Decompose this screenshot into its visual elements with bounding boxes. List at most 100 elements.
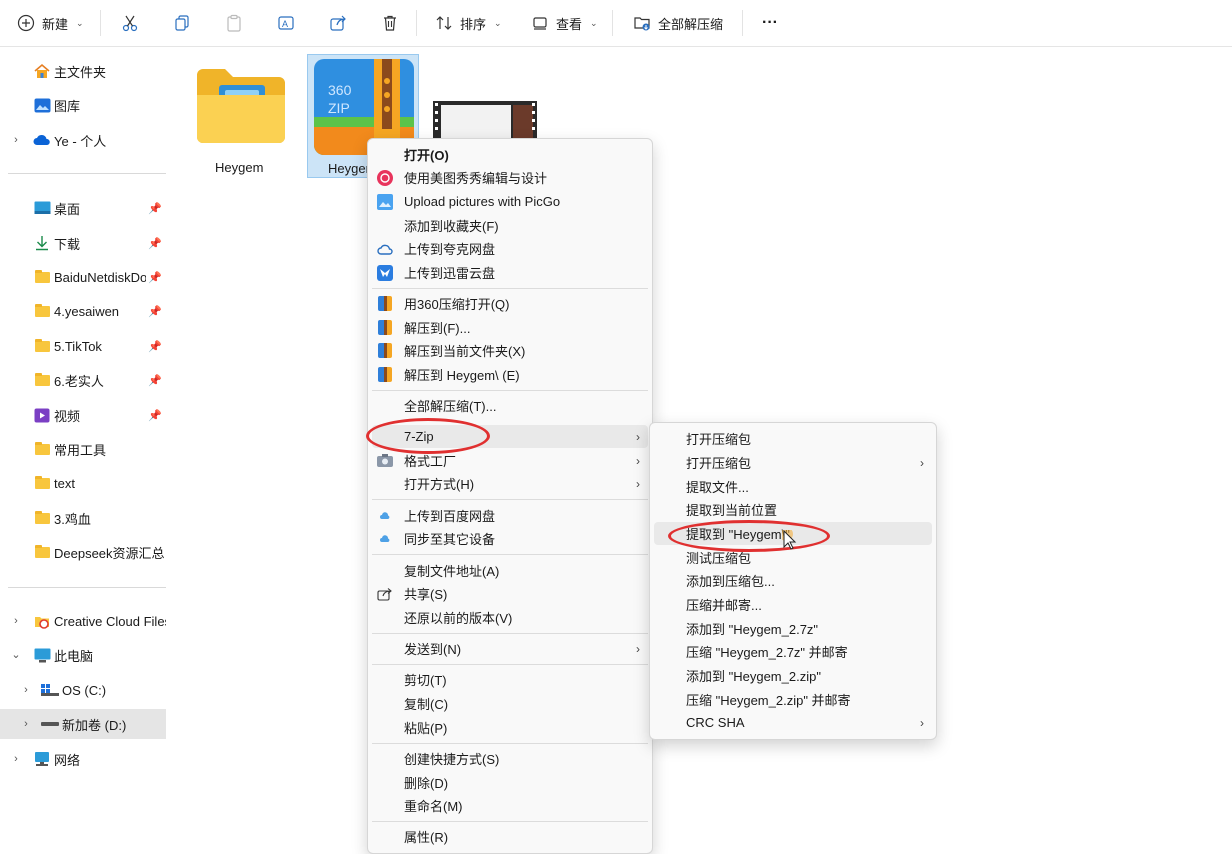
nav-home[interactable]: 主文件夹 [0, 56, 166, 86]
nav-folder[interactable]: 4.yesaiwen 📌 [0, 296, 166, 326]
share-icon [376, 585, 394, 603]
menu-item-meitu[interactable]: 使用美图秀秀编辑与设计 [372, 166, 648, 189]
menu-item-xunlei[interactable]: 上传到迅雷云盘 [372, 261, 648, 284]
share-button[interactable] [322, 8, 354, 38]
menu-label: 打开压缩包 [686, 456, 752, 471]
nav-folder[interactable]: 5.TikTok 📌 [0, 331, 166, 361]
rename-button[interactable]: A [270, 8, 302, 38]
nav-drive-c[interactable]: › OS (C:) [0, 675, 166, 705]
menu-item-format-factory[interactable]: 格式工厂 › [372, 449, 648, 472]
menu-item-sync[interactable]: 同步至其它设备 [372, 527, 648, 550]
folder-icon [33, 337, 51, 355]
menu-item-open-360zip[interactable]: 用360压缩打开(Q) [372, 292, 648, 315]
rename-icon: A [276, 13, 296, 33]
menu-item-copy[interactable]: 复制(C) [372, 692, 648, 715]
menu-label: 压缩并邮寄... [686, 598, 762, 613]
nav-network[interactable]: › 网络 [0, 744, 166, 774]
menu-label: 全部解压缩(T)... [404, 399, 497, 414]
menu-item-extract-heygem[interactable]: 解压到 Heygem\ (E) [372, 363, 648, 386]
delete-button[interactable] [374, 8, 406, 38]
menu-item-7zip[interactable]: 7-Zip › [372, 425, 648, 448]
menu-separator [372, 633, 648, 634]
cut-button[interactable] [114, 8, 146, 38]
menu-item-picgo[interactable]: Upload pictures with PicGo [372, 190, 648, 213]
copy-button[interactable] [166, 8, 198, 38]
nav-onedrive[interactable]: › Ye - 个人 [0, 125, 166, 155]
nav-drive-d[interactable]: › 新加卷 (D:) [0, 709, 166, 739]
submenu-item-crc-sha[interactable]: CRC SHA › [654, 711, 932, 734]
onedrive-icon [33, 131, 51, 149]
plus-circle-icon [16, 13, 36, 33]
menu-item-send-to[interactable]: 发送到(N) › [372, 637, 648, 660]
submenu-item-compress-zip-email[interactable]: 压缩 "Heygem_2.zip" 并邮寄 [654, 688, 932, 711]
menu-label: 添加到收藏夹(F) [404, 219, 499, 234]
nav-divider [8, 587, 166, 588]
nav-folder[interactable]: Deepseek资源汇总 [0, 537, 166, 567]
nav-folder[interactable]: 6.老实人 📌 [0, 365, 166, 395]
nav-folder[interactable]: BaiduNetdiskDownload 📌 [0, 262, 166, 292]
folder-icon [33, 371, 51, 389]
new-button[interactable]: 新建 ⌄ [10, 8, 90, 38]
submenu-item-add-7z[interactable]: 添加到 "Heygem_2.7z" [654, 617, 932, 640]
format-factory-icon [376, 452, 394, 470]
nav-label: 图库 [54, 98, 81, 114]
submenu-item-extract-here[interactable]: 提取到当前位置 [654, 498, 932, 521]
menu-item-open-with[interactable]: 打开方式(H) › [372, 472, 648, 495]
sort-button[interactable]: 排序 ⌄ [428, 8, 508, 38]
meitu-icon [376, 169, 394, 187]
more-options-button[interactable]: ··· [756, 8, 784, 38]
submenu-item-compress-email[interactable]: 压缩并邮寄... [654, 593, 932, 616]
submenu-item-add-zip[interactable]: 添加到 "Heygem_2.zip" [654, 664, 932, 687]
svg-text:A: A [282, 19, 288, 29]
menu-item-rename[interactable]: 重命名(M) [372, 794, 648, 817]
view-button[interactable]: 查看 ⌄ [524, 8, 604, 38]
menu-item-copy-path[interactable]: 复制文件地址(A) [372, 559, 648, 582]
menu-item-open[interactable]: 打开(O) [372, 143, 648, 166]
menu-item-extract-to[interactable]: 解压到(F)... [372, 316, 648, 339]
menu-item-extract-here[interactable]: 解压到当前文件夹(X) [372, 339, 648, 362]
nav-desktop[interactable]: 桌面 📌 [0, 193, 166, 223]
nav-videos[interactable]: 视频 📌 [0, 400, 166, 430]
pin-icon: 📌 [148, 237, 162, 250]
drive-icon [41, 681, 59, 699]
menu-item-delete[interactable]: 删除(D) [372, 771, 648, 794]
menu-item-create-shortcut[interactable]: 创建快捷方式(S) [372, 747, 648, 770]
menu-item-baidu[interactable]: 上传到百度网盘 [372, 504, 648, 527]
nav-label: 主文件夹 [54, 64, 107, 80]
mouse-cursor-icon [779, 527, 798, 555]
paste-button[interactable] [218, 8, 250, 38]
menu-label: 共享(S) [404, 587, 448, 602]
menu-item-extract-all[interactable]: 全部解压缩(T)... [372, 394, 648, 417]
chevron-right-icon: › [920, 455, 924, 470]
menu-separator [372, 390, 648, 391]
nav-downloads[interactable]: 下载 📌 [0, 228, 166, 258]
menu-item-favorites[interactable]: 添加到收藏夹(F) [372, 214, 648, 237]
menu-item-quark[interactable]: 上传到夸克网盘 [372, 237, 648, 260]
menu-item-share[interactable]: 共享(S) [372, 582, 648, 605]
submenu-item-extract-files[interactable]: 提取文件... [654, 475, 932, 498]
pin-icon: 📌 [148, 374, 162, 387]
menu-item-restore-versions[interactable]: 还原以前的版本(V) [372, 606, 648, 629]
menu-separator [372, 743, 648, 744]
submenu-item-open-archive-sub[interactable]: 打开压缩包 › [654, 451, 932, 474]
menu-label: 提取到 "Heygem\" [686, 527, 790, 542]
menu-item-cut[interactable]: 剪切(T) [372, 668, 648, 691]
submenu-item-compress-7z-email[interactable]: 压缩 "Heygem_2.7z" 并邮寄 [654, 640, 932, 663]
nav-gallery[interactable]: 图库 [0, 90, 166, 120]
folder-item[interactable]: Heygem [189, 57, 293, 179]
nav-folder[interactable]: text [0, 468, 166, 498]
menu-item-paste[interactable]: 粘贴(P) [372, 716, 648, 739]
navigation-pane: 主文件夹 图库 › Ye - 个人 桌面 📌 下载 📌 BaiduNetdisk… [0, 47, 166, 852]
svg-text:360: 360 [328, 82, 352, 98]
share-icon [328, 13, 348, 33]
360zip-icon [376, 295, 394, 313]
nav-this-pc[interactable]: ⌄ 此电脑 [0, 640, 166, 670]
nav-creative-cloud[interactable]: › Creative Cloud Files [0, 606, 166, 636]
submenu-item-open-archive[interactable]: 打开压缩包 [654, 427, 932, 450]
extract-all-button[interactable]: 全部解压缩 [626, 8, 729, 38]
360zip-icon [376, 366, 394, 384]
nav-folder[interactable]: 常用工具 [0, 434, 166, 464]
nav-folder[interactable]: 3.鸡血 [0, 503, 166, 533]
menu-item-properties[interactable]: 属性(R) [372, 825, 648, 848]
submenu-item-add-to-archive[interactable]: 添加到压缩包... [654, 569, 932, 592]
